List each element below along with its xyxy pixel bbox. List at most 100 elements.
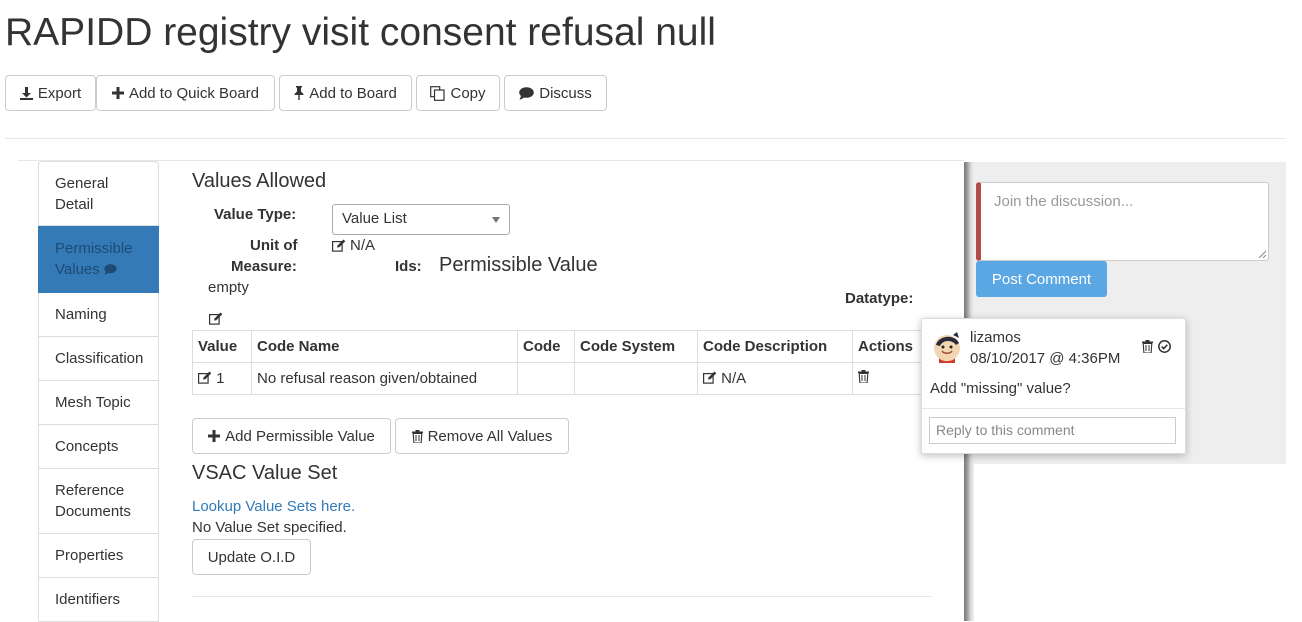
check-circle-icon[interactable] [1158, 340, 1171, 356]
post-comment-label: Post Comment [991, 270, 1092, 288]
cell-code-name: No refusal reason given/obtained [251, 362, 518, 395]
sidebar-item-label: Permissible Values [55, 238, 150, 280]
unit-value: N/A [332, 237, 375, 254]
column-header-code-name: Code Name [251, 330, 518, 363]
cell-actions [852, 362, 932, 395]
column-header-actions: Actions [852, 330, 932, 363]
sidebar-item-label: Properties [55, 547, 124, 564]
header-divider [5, 138, 1286, 139]
sidebar-item-label: Identifiers [55, 591, 121, 608]
copy-label: Copy [450, 84, 486, 102]
add-to-board-label: Add to Board [309, 84, 397, 102]
sidebar-item-reference-documents[interactable]: Reference Documents [38, 469, 159, 534]
comment-text: Add "missing" value? [930, 380, 1071, 397]
sidebar-item-general-detail[interactable]: General Detail [38, 161, 159, 226]
permissible-values-table: Value Code Name Code Code System Code De… [192, 330, 932, 395]
cell-code [517, 362, 575, 395]
edit-icon[interactable] [332, 239, 346, 252]
comment-icon [519, 86, 535, 100]
sidebar-item-label-text: Permissible Values [55, 240, 133, 278]
trash-icon[interactable] [1142, 340, 1153, 356]
datatype-label: Datatype: [845, 290, 914, 307]
resize-handle-icon[interactable] [1258, 250, 1266, 258]
download-icon [19, 86, 33, 100]
sidebar-item-naming[interactable]: Naming [38, 293, 159, 337]
unit-value-text: N/A [350, 237, 376, 254]
column-header-code: Code [517, 330, 575, 363]
permissible-value-heading: Permissible Value [439, 254, 598, 276]
add-permissible-value-label: Add Permissible Value [225, 427, 375, 445]
add-permissible-value-button[interactable]: Add Permissible Value [192, 418, 391, 454]
comment-icon [104, 264, 117, 275]
add-to-board-button[interactable]: Add to Board [279, 75, 412, 111]
sidebar-item-label: General Detail [55, 174, 109, 213]
no-value-set-text: No Value Set specified. [192, 519, 347, 536]
values-allowed-heading: Values Allowed [192, 170, 327, 192]
edit-icon[interactable] [703, 371, 717, 384]
remove-all-values-label: Remove All Values [427, 427, 553, 445]
cell-value-text: 1 [216, 370, 225, 387]
sidebar-item-label: Reference Documents [55, 482, 131, 520]
unit-label-line2: Measure: [231, 258, 297, 275]
add-to-quick-board-button[interactable]: Add to Quick Board [96, 75, 275, 111]
trash-icon [411, 429, 423, 443]
avatar [933, 331, 962, 363]
sidebar-item-label: Mesh Topic [55, 394, 131, 411]
discussion-placeholder: Join the discussion... [994, 193, 1134, 210]
chevron-down-icon [492, 217, 500, 223]
sidebar-item-permissible-values[interactable]: Permissible Values [38, 226, 159, 293]
cell-code-description-text: N/A [721, 370, 747, 387]
table-row: 1 No refusal reason given/obtained N/A [192, 362, 932, 395]
page-title: RAPIDD registry visit consent refusal nu… [5, 11, 716, 54]
edit-icon[interactable] [198, 371, 212, 384]
unit-empty-text: empty [208, 279, 249, 296]
discussion-textarea[interactable]: Join the discussion... [976, 182, 1269, 261]
discuss-label: Discuss [539, 84, 592, 102]
add-to-quick-board-label: Add to Quick Board [128, 84, 260, 102]
ids-label: Ids: [395, 258, 422, 275]
reply-placeholder: Reply to this comment [936, 422, 1075, 438]
column-header-value: Value [192, 330, 252, 363]
content-bottom-divider [192, 596, 932, 597]
post-comment-button[interactable]: Post Comment [976, 261, 1107, 297]
value-type-label: Value Type: [214, 206, 297, 223]
export-button[interactable]: Export [5, 75, 96, 111]
remove-all-values-button[interactable]: Remove All Values [395, 418, 569, 454]
edit-icon[interactable] [209, 312, 223, 328]
sidebar-item-concepts[interactable]: Concepts [38, 425, 159, 469]
content-top-divider [18, 160, 964, 161]
cell-value: 1 [192, 362, 252, 395]
column-header-code-description: Code Description [697, 330, 853, 363]
export-label: Export [37, 84, 82, 102]
pin-icon [294, 86, 304, 100]
sidebar-item-mesh-topic[interactable]: Mesh Topic [38, 381, 159, 425]
sidebar-item-properties[interactable]: Properties [38, 534, 159, 578]
comment-author: lizamos [970, 329, 1021, 346]
reply-input[interactable]: Reply to this comment [929, 417, 1176, 444]
sidebar-item-classification[interactable]: Classification [38, 337, 159, 381]
sidebar-item-label: Concepts [55, 438, 119, 455]
comment-divider [922, 408, 1185, 409]
unit-label-line1: Unit of [250, 237, 298, 254]
vsac-heading: VSAC Value Set [192, 462, 338, 484]
value-type-select[interactable]: Value List [332, 204, 510, 235]
cell-code-system [574, 362, 698, 395]
copy-button[interactable]: Copy [416, 75, 500, 111]
copy-icon [430, 85, 446, 101]
comment-pointer [898, 316, 922, 330]
plus-icon [208, 430, 221, 442]
value-type-selected: Value List [342, 210, 407, 227]
sidebar-item-identifiers[interactable]: Identifiers [38, 578, 159, 622]
table-header-row: Value Code Name Code Code System Code De… [192, 330, 932, 363]
plus-icon [111, 87, 124, 99]
comment-timestamp: 08/10/2017 @ 4:36PM [970, 350, 1121, 367]
sidebar-item-label: Classification [55, 350, 144, 367]
trash-icon[interactable] [858, 370, 869, 384]
discuss-button[interactable]: Discuss [504, 75, 607, 111]
cell-code-description: N/A [697, 362, 853, 395]
update-oid-button[interactable]: Update O.I.D [192, 539, 311, 575]
lookup-value-sets-link[interactable]: Lookup Value Sets here. [192, 498, 355, 515]
column-header-code-system: Code System [574, 330, 698, 363]
sidebar-item-label: Naming [55, 306, 107, 323]
update-oid-label: Update O.I.D [207, 548, 296, 566]
